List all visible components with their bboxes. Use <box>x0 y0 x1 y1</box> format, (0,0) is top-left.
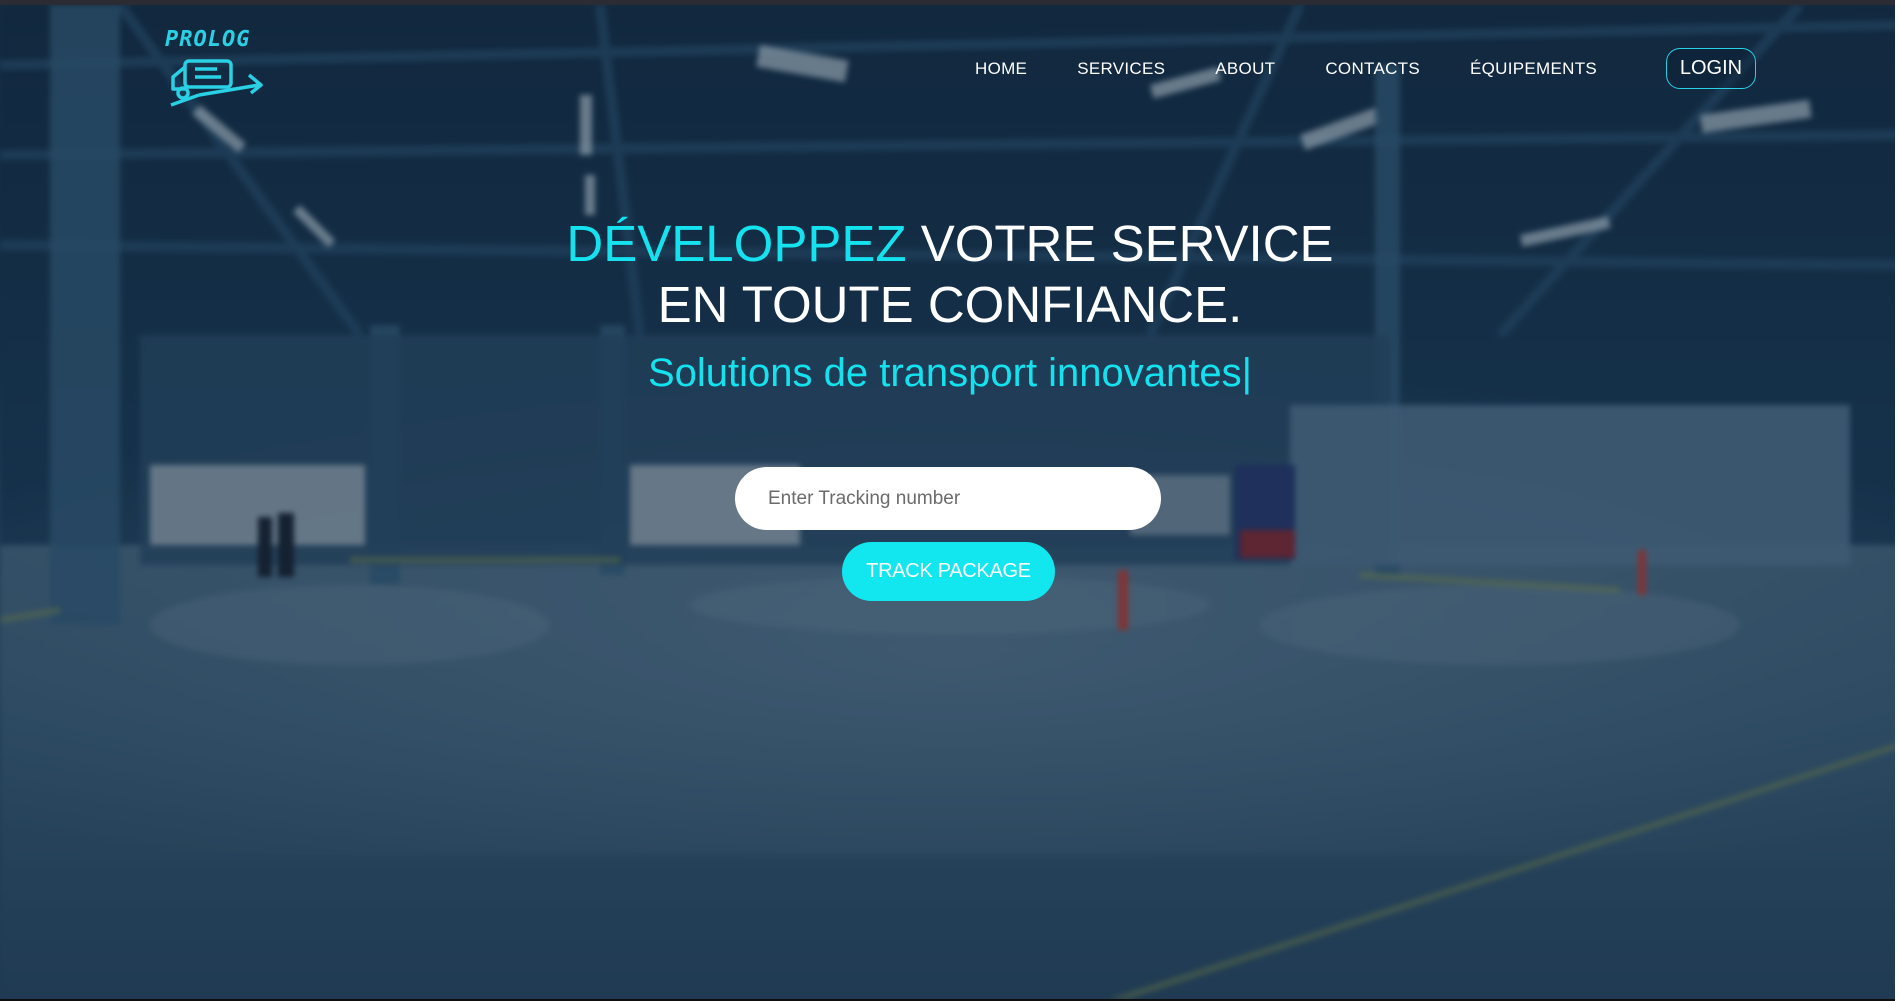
delivery-truck-icon <box>170 59 263 107</box>
hero-section: PROLOG HOME SERVICES ABOUT CONTACTS ÉQUI… <box>0 5 1900 999</box>
nav-link-equipements[interactable]: ÉQUIPEMENTS <box>1470 59 1597 79</box>
nav-link-home[interactable]: HOME <box>975 59 1027 79</box>
login-button[interactable]: LOGIN <box>1666 48 1756 89</box>
tracking-number-input[interactable] <box>735 467 1161 530</box>
main-nav: HOME SERVICES ABOUT CONTACTS ÉQUIPEMENTS <box>975 49 1647 89</box>
hero-subtitle: Solutions de transport innovantes| <box>647 351 1253 395</box>
track-package-button[interactable]: TRACK PACKAGE <box>842 542 1055 601</box>
nav-link-contacts[interactable]: CONTACTS <box>1325 59 1420 79</box>
window-right-edge <box>1895 0 1900 1001</box>
headline-line2: EN TOUTE CONFIANCE. <box>657 276 1243 333</box>
nav-link-services[interactable]: SERVICES <box>1077 59 1165 79</box>
logo-text: PROLOG <box>165 27 251 52</box>
headline-accent-word: DÉVELOPPEZ <box>566 215 907 272</box>
nav-link-about[interactable]: ABOUT <box>1215 59 1275 79</box>
logo[interactable]: PROLOG <box>165 27 265 109</box>
hero-headline: DÉVELOPPEZ VOTRE SERVICE EN TOUTE CONFIA… <box>450 213 1450 335</box>
headline-line1-rest: VOTRE SERVICE <box>920 215 1334 272</box>
